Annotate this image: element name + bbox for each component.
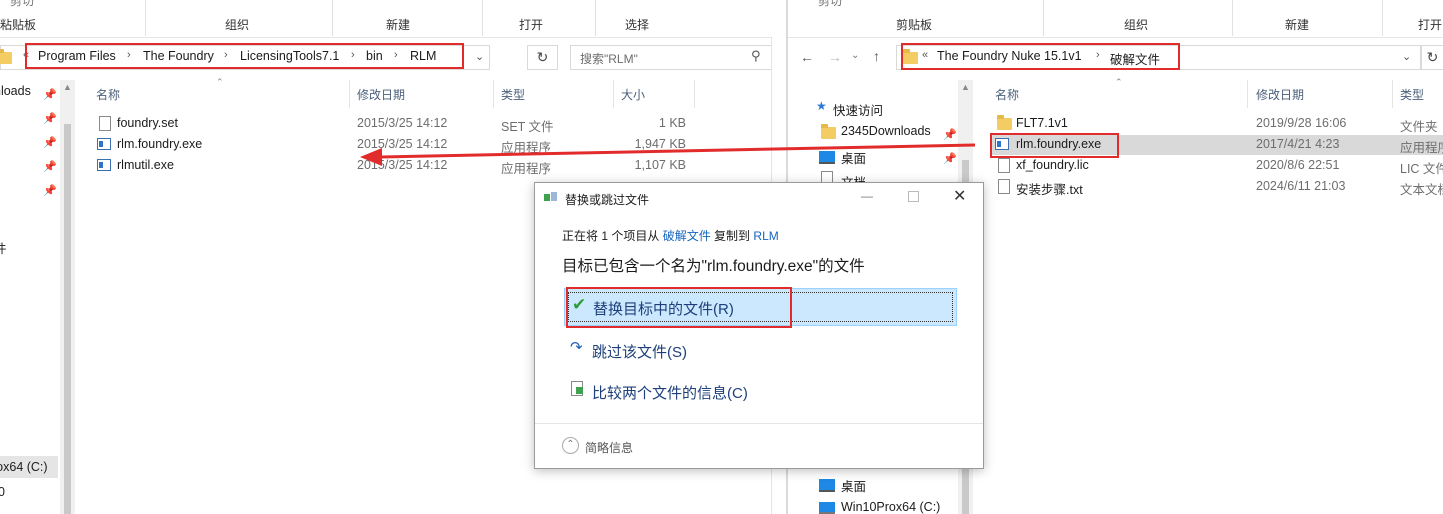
fewer-details-label: 简略信息 [585, 441, 634, 455]
copy-dialog-icon [544, 192, 557, 203]
chevron-up-icon: ⌃ [562, 437, 579, 454]
close-icon[interactable]: ✕ [953, 186, 966, 206]
skip-option-button[interactable]: ↷ 跳过该文件(S) [564, 333, 955, 367]
highlight-box-replace-option [566, 287, 792, 328]
compare-option-button[interactable]: 比较两个文件的信息(C) [564, 374, 955, 408]
conflict-message: 目标已包含一个名为"rlm.foundry.exe"的文件 [562, 258, 865, 275]
fewer-details-toggle[interactable]: ⌃ 简略信息 [562, 437, 682, 457]
dest-folder-link[interactable]: RLM [753, 229, 778, 243]
skip-arrow-icon: ↷ [570, 339, 583, 356]
progress-text: 正在将 1 个项目从 破解文件 复制到 RLM [562, 227, 779, 244]
compare-files-icon [571, 381, 583, 396]
maximize-icon [908, 191, 919, 202]
replace-or-skip-dialog: 替换或跳过文件 — ✕ 正在将 1 个项目从 破解文件 复制到 RLM 目标已包… [534, 182, 984, 469]
progress-prefix: 正在将 1 个项目从 [562, 229, 660, 243]
copy-to-label: 复制到 [714, 229, 751, 243]
skip-option-label: 跳过该文件(S) [592, 344, 687, 361]
compare-option-label: 比较两个文件的信息(C) [592, 385, 748, 402]
source-folder-link[interactable]: 破解文件 [663, 229, 711, 243]
minimize-icon[interactable]: — [861, 189, 873, 203]
dialog-title: 替换或跳过文件 [565, 193, 650, 207]
